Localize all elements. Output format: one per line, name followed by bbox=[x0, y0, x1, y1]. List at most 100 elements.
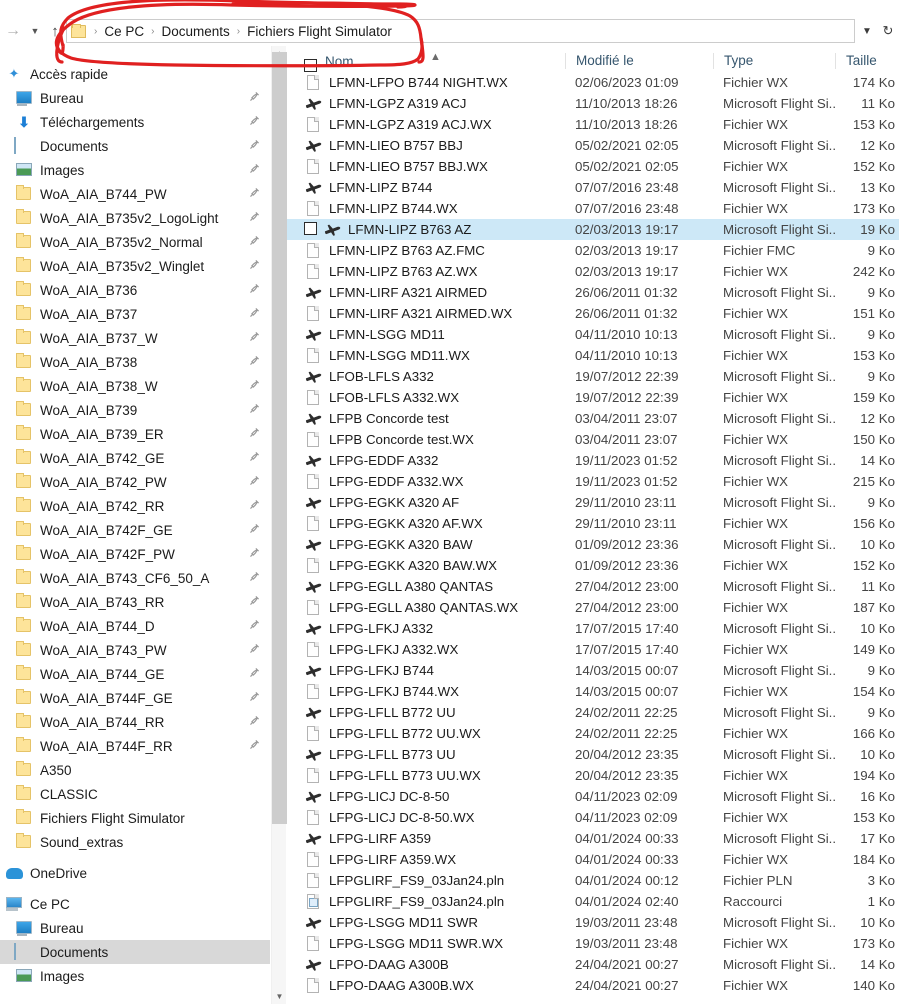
sidebar-item-bureau[interactable]: Bureau bbox=[0, 86, 270, 110]
table-row[interactable]: LFMN-LIPZ B763 AZ.WX 02/03/2013 19:17 Fich… bbox=[287, 261, 899, 282]
sidebar-item-t-l-chargements[interactable]: ⬇ Téléchargements bbox=[0, 110, 270, 134]
sidebar-item-fichiers-flight-simulator[interactable]: Fichiers Flight Simulator bbox=[0, 806, 270, 830]
sidebar-item-classic[interactable]: CLASSIC bbox=[0, 782, 270, 806]
pin-icon[interactable] bbox=[249, 499, 261, 511]
table-row[interactable]: LFPG-LICJ DC-8-50 04/11/2023 02:09 Microso… bbox=[287, 786, 899, 807]
table-row[interactable]: LFPG-EGKK A320 AF 29/11/2010 23:11 Microso… bbox=[287, 492, 899, 513]
sidebar-item-woa-aia-b744f-ge[interactable]: WoA_AIA_B744F_GE bbox=[0, 686, 270, 710]
table-row[interactable]: LFPG-LIRF A359.WX 04/01/2024 00:33 Fichier… bbox=[287, 849, 899, 870]
table-row[interactable]: LFPG-EGLL A380 QANTAS 27/04/2012 23:00 Mic… bbox=[287, 576, 899, 597]
sidebar-item-woa-aia-b735v2-winglet[interactable]: WoA_AIA_B735v2_Winglet bbox=[0, 254, 270, 278]
table-row[interactable]: LFMN-LIPZ B744.WX 07/07/2016 23:48 Fichier… bbox=[287, 198, 899, 219]
sidebar-item-woa-aia-b742f-ge[interactable]: WoA_AIA_B742F_GE bbox=[0, 518, 270, 542]
sidebar-item-woa-aia-b739-er[interactable]: WoA_AIA_B739_ER bbox=[0, 422, 270, 446]
pin-icon[interactable] bbox=[249, 619, 261, 631]
table-row[interactable]: LFMN-LIRF A321 AIRMED 26/06/2011 01:32 Mic… bbox=[287, 282, 899, 303]
sidebar-item-images[interactable]: Images bbox=[0, 158, 270, 182]
table-row[interactable]: LFPG-EGKK A320 AF.WX 29/11/2010 23:11 Fich… bbox=[287, 513, 899, 534]
sidebar-item-woa-aia-b739[interactable]: WoA_AIA_B739 bbox=[0, 398, 270, 422]
table-row[interactable]: LFMN-LGPZ A319 ACJ.WX 11/10/2013 18:26 Fic… bbox=[287, 114, 899, 135]
sidebar-item-sound-extras[interactable]: Sound_extras bbox=[0, 830, 270, 854]
pin-icon[interactable] bbox=[249, 355, 261, 367]
sidebar-item-woa-aia-b744-d[interactable]: WoA_AIA_B744_D bbox=[0, 614, 270, 638]
pin-icon[interactable] bbox=[249, 91, 261, 103]
column-header-name[interactable]: ▲ Nom bbox=[287, 51, 565, 72]
pin-icon[interactable] bbox=[249, 427, 261, 439]
table-row[interactable]: LFMN-LSGG MD11.WX 04/11/2010 10:13 Fichier… bbox=[287, 345, 899, 366]
column-header-size[interactable]: Taille bbox=[835, 53, 899, 69]
table-row[interactable]: LFPO-DAAG A300B 24/04/2021 00:27 Microsoft… bbox=[287, 954, 899, 975]
sidebar-item-woa-aia-b742-rr[interactable]: WoA_AIA_B742_RR bbox=[0, 494, 270, 518]
table-row[interactable]: LFPG-EDDF A332.WX 19/11/2023 01:52 Fichier… bbox=[287, 471, 899, 492]
pin-icon[interactable] bbox=[249, 571, 261, 583]
scroll-down-chevron-down-icon[interactable]: ▼ bbox=[272, 989, 287, 1004]
pin-icon[interactable] bbox=[249, 211, 261, 223]
pin-icon[interactable] bbox=[249, 379, 261, 391]
column-header-modified[interactable]: Modifié le bbox=[565, 53, 713, 69]
breadcrumb-item-ce-pc[interactable]: Ce PC bbox=[102, 24, 146, 39]
select-all-checkbox[interactable] bbox=[304, 59, 317, 72]
table-row[interactable]: LFPG-EGKK A320 BAW.WX 01/09/2012 23:36 Fic… bbox=[287, 555, 899, 576]
table-row[interactable]: LFPG-LFKJ A332 17/07/2015 17:40 Microsoft … bbox=[287, 618, 899, 639]
table-row[interactable]: LFPG-LSGG MD11 SWR.WX 19/03/2011 23:48 Fic… bbox=[287, 933, 899, 954]
recent-locations-chevron-down-icon[interactable]: ▼ bbox=[26, 19, 44, 43]
sidebar-item-woa-aia-b742-pw[interactable]: WoA_AIA_B742_PW bbox=[0, 470, 270, 494]
sidebar-item-images[interactable]: Images bbox=[0, 964, 270, 988]
pin-icon[interactable] bbox=[249, 691, 261, 703]
sidebar-item-woa-aia-b743-pw[interactable]: WoA_AIA_B743_PW bbox=[0, 638, 270, 662]
table-row[interactable]: LFMN-LFPO B744 NIGHT.WX 02/06/2023 01:09 F… bbox=[287, 72, 899, 93]
sidebar-item-woa-aia-b744f-rr[interactable]: WoA_AIA_B744F_RR bbox=[0, 734, 270, 758]
table-row[interactable]: LFPG-LFLL B773 UU 20/04/2012 23:35 Microso… bbox=[287, 744, 899, 765]
breadcrumb-item-documents[interactable]: Documents bbox=[159, 24, 231, 39]
table-row[interactable]: LFPG-LFLL B773 UU.WX 20/04/2012 23:35 Fich… bbox=[287, 765, 899, 786]
table-row[interactable]: LFMN-LIEO B757 BBJ 05/02/2021 02:05 Micros… bbox=[287, 135, 899, 156]
pin-icon[interactable] bbox=[249, 547, 261, 559]
table-row[interactable]: LFPG-LSGG MD11 SWR 19/03/2011 23:48 Micros… bbox=[287, 912, 899, 933]
table-row[interactable]: LFMN-LIEO B757 BBJ.WX 05/02/2021 02:05 Fic… bbox=[287, 156, 899, 177]
pin-icon[interactable] bbox=[249, 139, 261, 151]
pin-icon[interactable] bbox=[249, 115, 261, 127]
sidebar-item-ce-pc[interactable]: Ce PC bbox=[0, 892, 270, 916]
up-arrow-icon[interactable]: ↑ bbox=[44, 19, 66, 43]
table-row[interactable]: LFMN-LIPZ B763 AZ.FMC 02/03/2013 19:17 Fic… bbox=[287, 240, 899, 261]
pin-icon[interactable] bbox=[249, 259, 261, 271]
sidebar-item-documents[interactable]: Documents bbox=[0, 940, 270, 964]
sidebar-item-woa-aia-b742f-pw[interactable]: WoA_AIA_B742F_PW bbox=[0, 542, 270, 566]
sidebar-item-woa-aia-b743-rr[interactable]: WoA_AIA_B743_RR bbox=[0, 590, 270, 614]
table-row[interactable]: LFPGLIRF_FS9_03Jan24.pln 04/01/2024 02:40… bbox=[287, 891, 899, 912]
sidebar-item-onedrive[interactable]: OneDrive bbox=[0, 861, 270, 885]
table-row[interactable]: LFPG-EGKK A320 BAW 01/09/2012 23:36 Micros… bbox=[287, 534, 899, 555]
table-row[interactable]: LFPG-LICJ DC-8-50.WX 04/11/2023 02:09 Fich… bbox=[287, 807, 899, 828]
table-row[interactable]: LFPB Concorde test.WX 03/04/2011 23:07 Fic… bbox=[287, 429, 899, 450]
refresh-icon[interactable]: ↻ bbox=[877, 23, 899, 39]
sidebar-item-woa-aia-b738[interactable]: WoA_AIA_B738 bbox=[0, 350, 270, 374]
pin-icon[interactable] bbox=[249, 451, 261, 463]
pin-icon[interactable] bbox=[249, 715, 261, 727]
table-row[interactable]: LFPG-EGLL A380 QANTAS.WX 27/04/2012 23:00… bbox=[287, 597, 899, 618]
table-row[interactable]: LFMN-LIPZ B744 07/07/2016 23:48 Microsoft … bbox=[287, 177, 899, 198]
table-row[interactable]: LFPO-DAAG A300B.WX 24/04/2021 00:27 Fichie… bbox=[287, 975, 899, 996]
sidebar-item-a350[interactable]: A350 bbox=[0, 758, 270, 782]
breadcrumb[interactable]: › Ce PC › Documents › Fichiers Flight Si… bbox=[66, 19, 855, 43]
column-header-type[interactable]: Type bbox=[713, 53, 835, 69]
table-row[interactable]: LFPG-LFKJ B744.WX 14/03/2015 00:07 Fichier… bbox=[287, 681, 899, 702]
sidebar-item-woa-aia-b744-rr[interactable]: WoA_AIA_B744_RR bbox=[0, 710, 270, 734]
sidebar-item-woa-aia-b737-w[interactable]: WoA_AIA_B737_W bbox=[0, 326, 270, 350]
pin-icon[interactable] bbox=[249, 307, 261, 319]
table-row[interactable]: LFMN-LGPZ A319 ACJ 11/10/2013 18:26 Micros… bbox=[287, 93, 899, 114]
pin-icon[interactable] bbox=[249, 523, 261, 535]
sidebar-item-woa-aia-b737[interactable]: WoA_AIA_B737 bbox=[0, 302, 270, 326]
sidebar-item-woa-aia-b735v2-logolight[interactable]: WoA_AIA_B735v2_LogoLight bbox=[0, 206, 270, 230]
row-checkbox[interactable] bbox=[304, 222, 317, 235]
sidebar-item-woa-aia-b738-w[interactable]: WoA_AIA_B738_W bbox=[0, 374, 270, 398]
pin-icon[interactable] bbox=[249, 163, 261, 175]
address-dropdown-chevron-down-icon[interactable]: ▼ bbox=[857, 26, 877, 37]
table-row[interactable]: LFOB-LFLS A332 19/07/2012 22:39 Microsoft … bbox=[287, 366, 899, 387]
sidebar-item-woa-aia-b744-ge[interactable]: WoA_AIA_B744_GE bbox=[0, 662, 270, 686]
pin-icon[interactable] bbox=[249, 187, 261, 199]
pin-icon[interactable] bbox=[249, 643, 261, 655]
table-row[interactable]: LFPG-LIRF A359 04/01/2024 00:33 Microsoft … bbox=[287, 828, 899, 849]
table-row[interactable]: LFPG-LFLL B772 UU 24/02/2011 22:25 Microso… bbox=[287, 702, 899, 723]
table-row[interactable]: LFPGLIRF_FS9_03Jan24.pln 04/01/2024 00:12… bbox=[287, 870, 899, 891]
table-row[interactable]: LFMN-LSGG MD11 04/11/2010 10:13 Microsoft … bbox=[287, 324, 899, 345]
